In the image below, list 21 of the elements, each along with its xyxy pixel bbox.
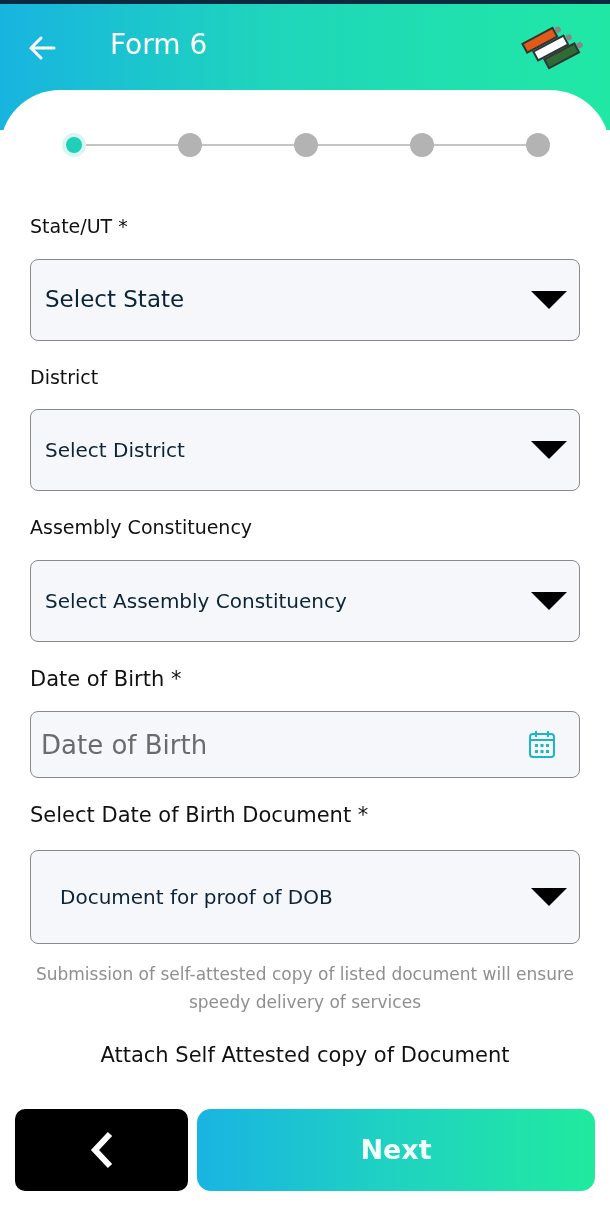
back-button[interactable] (15, 1109, 188, 1191)
back-arrow-icon[interactable] (28, 36, 56, 60)
hint-text: Submission of self-attested copy of listed document will ensure speedy delivery of services (34, 962, 576, 1014)
dropdown-caret-icon (531, 887, 567, 906)
dropdown-field[interactable]: Document for proof of DOB (30, 849, 580, 944)
field-label: Date of Birth * (30, 665, 183, 693)
attach-label: Attach Self Attested copy of Document (99, 1041, 511, 1069)
dropdown-field[interactable]: Select State (30, 258, 580, 341)
dropdown-caret-icon (531, 290, 567, 309)
screen-title: Form 6 (110, 27, 208, 63)
chevron-left-icon (88, 1130, 115, 1170)
dropdown-field[interactable]: Select Assembly Constituency (30, 559, 580, 642)
calendar-icon[interactable] (528, 729, 556, 759)
field-label: Select Date of Birth Document * (30, 802, 370, 829)
field-label: District (30, 364, 100, 390)
dropdown-caret-icon (531, 591, 567, 610)
field-label: State/UT * (30, 214, 129, 239)
dropdown-field[interactable]: Select District (30, 409, 580, 491)
field-label: Assembly Constituency (30, 515, 254, 540)
dropdown-caret-icon (531, 441, 567, 459)
date-field[interactable]: Date of Birth (30, 711, 580, 778)
